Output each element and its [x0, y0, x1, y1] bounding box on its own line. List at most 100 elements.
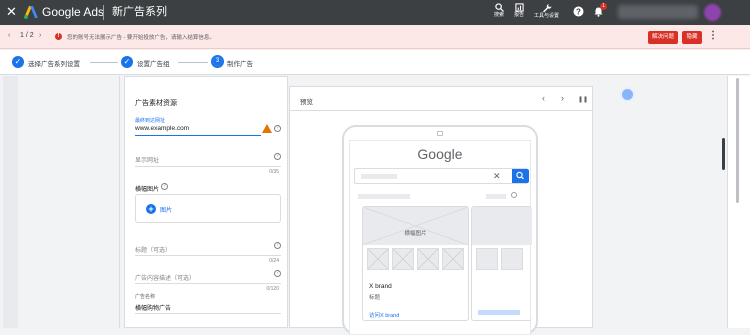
final-url-input[interactable]: www.example.com	[135, 125, 189, 132]
scrollbar[interactable]	[727, 76, 750, 328]
info-icon	[511, 192, 517, 198]
add-image-button[interactable]: + 图片	[135, 194, 281, 223]
report-icon	[514, 3, 524, 12]
close-icon[interactable]: ✕	[6, 5, 17, 19]
ad-card: 横幅图片 X brand 标题 访问X brand	[362, 206, 469, 321]
ad-link[interactable]: 访问X brand	[369, 311, 399, 319]
image-placeholder-icon	[363, 207, 468, 246]
camera-icon	[437, 131, 443, 136]
thumbnail-row	[367, 248, 465, 270]
app-name: Google Ads	[42, 5, 105, 19]
fix-issue-button[interactable]: 解决问题	[648, 31, 678, 44]
panel-divider	[119, 76, 120, 328]
google-logo: Google	[417, 146, 463, 162]
svg-text:?: ?	[576, 8, 581, 17]
tools-settings-label: 工具与设置	[534, 13, 560, 19]
pause-icon[interactable]: ❚❚	[578, 96, 588, 103]
billing-alert-bar: ‹ 1 / 2 › ! 您的账号无法展示广告 - 要开始投放广告，请输入结算信息…	[0, 25, 750, 49]
banner-image-placeholder	[363, 207, 468, 246]
ad-card-next	[471, 206, 532, 321]
help-icon[interactable]: ?	[573, 6, 584, 17]
tools-settings-button[interactable]: 工具与设置	[534, 3, 559, 19]
avatar[interactable]	[704, 4, 721, 21]
phone-frame: Google ✕ 横幅图片 X brand 标题 访问X brand	[342, 125, 538, 335]
headline-counter: 0/24	[269, 258, 279, 264]
search-tool-label: 搜索	[494, 12, 505, 18]
final-url-underline	[135, 135, 261, 136]
wrench-icon	[542, 4, 551, 13]
plus-icon: +	[146, 204, 156, 214]
thumbnail	[501, 248, 523, 270]
display-path-underline	[135, 166, 281, 167]
ad-name-input[interactable]: 横幅购物广告	[135, 303, 171, 312]
alert-next-button[interactable]: ›	[39, 32, 41, 39]
help-icon[interactable]: ?	[274, 242, 281, 249]
help-icon[interactable]: ?	[274, 153, 281, 160]
search-placeholder	[361, 174, 397, 179]
warning-icon	[262, 124, 272, 133]
ad-subtitle: 标题	[369, 295, 381, 301]
thumbnail	[476, 248, 498, 270]
report-tool-label: 报告	[514, 12, 525, 18]
preview-header: 预览 ‹ › ❚❚	[290, 87, 592, 111]
left-panel	[3, 76, 18, 328]
search-tool-button[interactable]: 搜索	[494, 3, 504, 18]
final-url-label: 最终到达网址	[135, 118, 166, 124]
search-icon	[516, 171, 524, 180]
clear-icon: ✕	[493, 171, 501, 181]
step-label: 设置广告组	[137, 61, 170, 68]
account-info[interactable]	[618, 5, 698, 19]
add-image-label: 图片	[160, 208, 173, 214]
step-label: 选择广告系列设置	[28, 61, 80, 68]
step-number: 3	[213, 57, 222, 66]
thumbnail	[367, 248, 389, 270]
thumbnail	[442, 248, 464, 270]
placeholder-bar	[486, 194, 506, 199]
ad-asset-form: 广告素材资源 最终到达网址 www.example.com ? 显示网址 ? 0…	[124, 76, 288, 328]
floating-help-button[interactable]	[620, 87, 635, 102]
help-icon[interactable]: ?	[161, 183, 168, 190]
preview-title: 预览	[300, 99, 313, 106]
display-path-counter: 0/35	[269, 169, 279, 175]
alert-page-indicator: 1 / 2	[20, 32, 34, 39]
alert-message: 您的账号无法展示广告 - 要开始投放广告，请输入结算信息。	[67, 35, 215, 41]
description-input[interactable]: 广告内容描述（可选）	[135, 273, 195, 282]
banner-label: 横幅图片	[404, 231, 427, 237]
side-scroll-indicator[interactable]	[722, 138, 725, 170]
campaign-stepper: ✓ 选择广告系列设置 ✓ 设置广告组 3 制作广告	[0, 50, 750, 75]
placeholder-bar	[478, 310, 520, 315]
headline-input[interactable]: 标题（可选）	[135, 245, 171, 254]
ad-name-underline	[135, 313, 281, 314]
banner-image-placeholder	[472, 207, 532, 245]
check-icon: ✓	[12, 56, 24, 68]
scrollbar-thumb[interactable]	[736, 78, 739, 203]
step-connector	[178, 62, 208, 63]
alert-error-icon: !	[55, 33, 62, 40]
preview-prev-button[interactable]: ‹	[542, 93, 545, 103]
help-icon[interactable]: ?	[274, 270, 281, 277]
google-ads-logo-icon	[24, 6, 38, 19]
alert-prev-button[interactable]: ‹	[8, 32, 10, 39]
top-app-bar: ✕ Google Ads 新广告系列 搜索 报告 工具与设置 ? 1	[0, 0, 750, 25]
thumbnail	[417, 248, 439, 270]
description-counter: 0/120	[266, 286, 279, 292]
phone-screen: Google ✕ 横幅图片 X brand 标题 访问X brand	[349, 140, 532, 335]
help-icon[interactable]: ?	[274, 125, 281, 132]
display-path-input[interactable]: 显示网址	[135, 155, 159, 164]
ad-brand: X brand	[369, 283, 392, 290]
report-tool-button[interactable]: 报告	[514, 3, 524, 18]
thumbnail	[392, 248, 414, 270]
check-icon: ✓	[121, 56, 133, 68]
notification-badge: 1	[600, 3, 607, 10]
headline-underline	[135, 255, 281, 256]
right-rail	[604, 76, 714, 328]
title-divider	[103, 5, 104, 20]
current-step-indicator: 3	[211, 55, 224, 68]
preview-next-button[interactable]: ›	[561, 93, 564, 103]
preview-panel: 预览 ‹ › ❚❚ Google ✕ 横幅图片 X brand 标题 访问X b…	[289, 86, 593, 335]
dismiss-alert-button[interactable]: 隐藏	[682, 31, 702, 44]
ad-name-label: 广告名称	[135, 294, 156, 300]
more-options-icon[interactable]: ⋮	[708, 30, 718, 41]
section-title: 广告素材资源	[135, 100, 177, 107]
search-button	[512, 169, 529, 183]
